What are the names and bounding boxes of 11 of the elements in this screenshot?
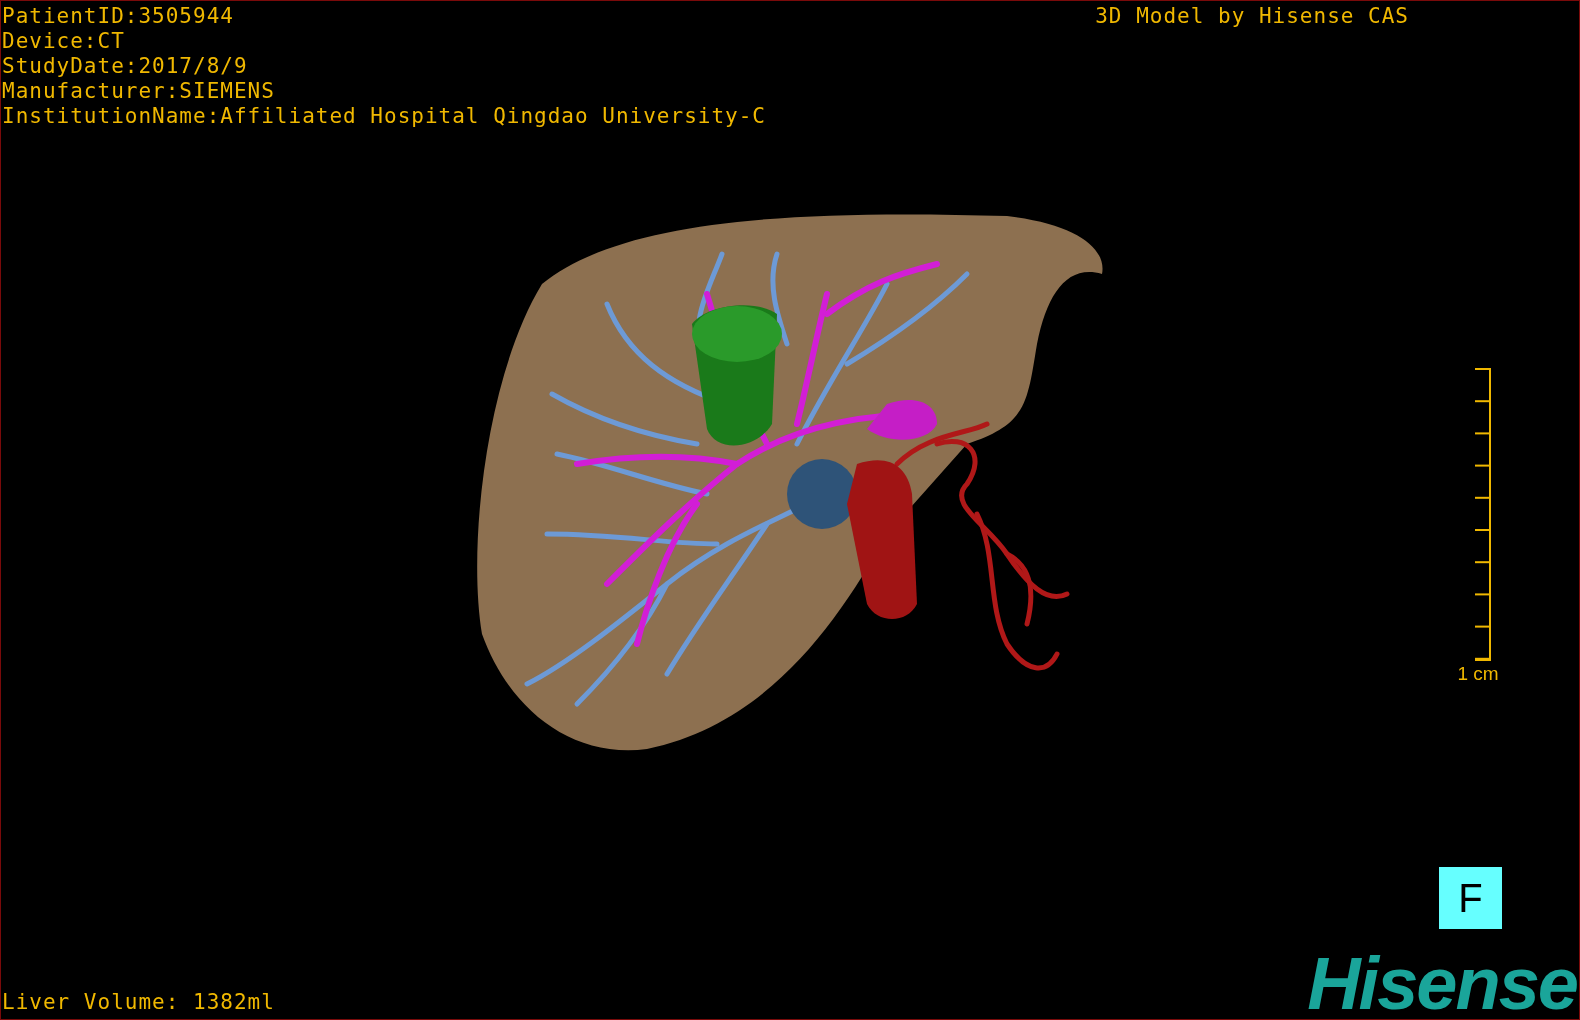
scale-label: 1 cm: [1457, 663, 1499, 685]
patient-info-text: Device:CT: [2, 29, 126, 54]
brand-logo: Hisense: [1307, 953, 1578, 1015]
view-orientation-label: F: [1439, 867, 1502, 929]
liver-volume-text: Liver Volume: 1382ml: [2, 990, 275, 1015]
patient-info-text: Manufacturer:SIEMENS: [2, 79, 276, 104]
patient-info-text: InstitutionName:Affiliated Hospital Qingdao University-C: [2, 104, 766, 129]
patient-info-text: StudyDate:2017/8/9: [2, 54, 249, 79]
model-credit-text: 3D Model by Hisense CAS: [1095, 4, 1409, 29]
patient-info-text: PatientID:3505944: [2, 4, 235, 29]
scale-ruler-icon: [1475, 367, 1491, 662]
